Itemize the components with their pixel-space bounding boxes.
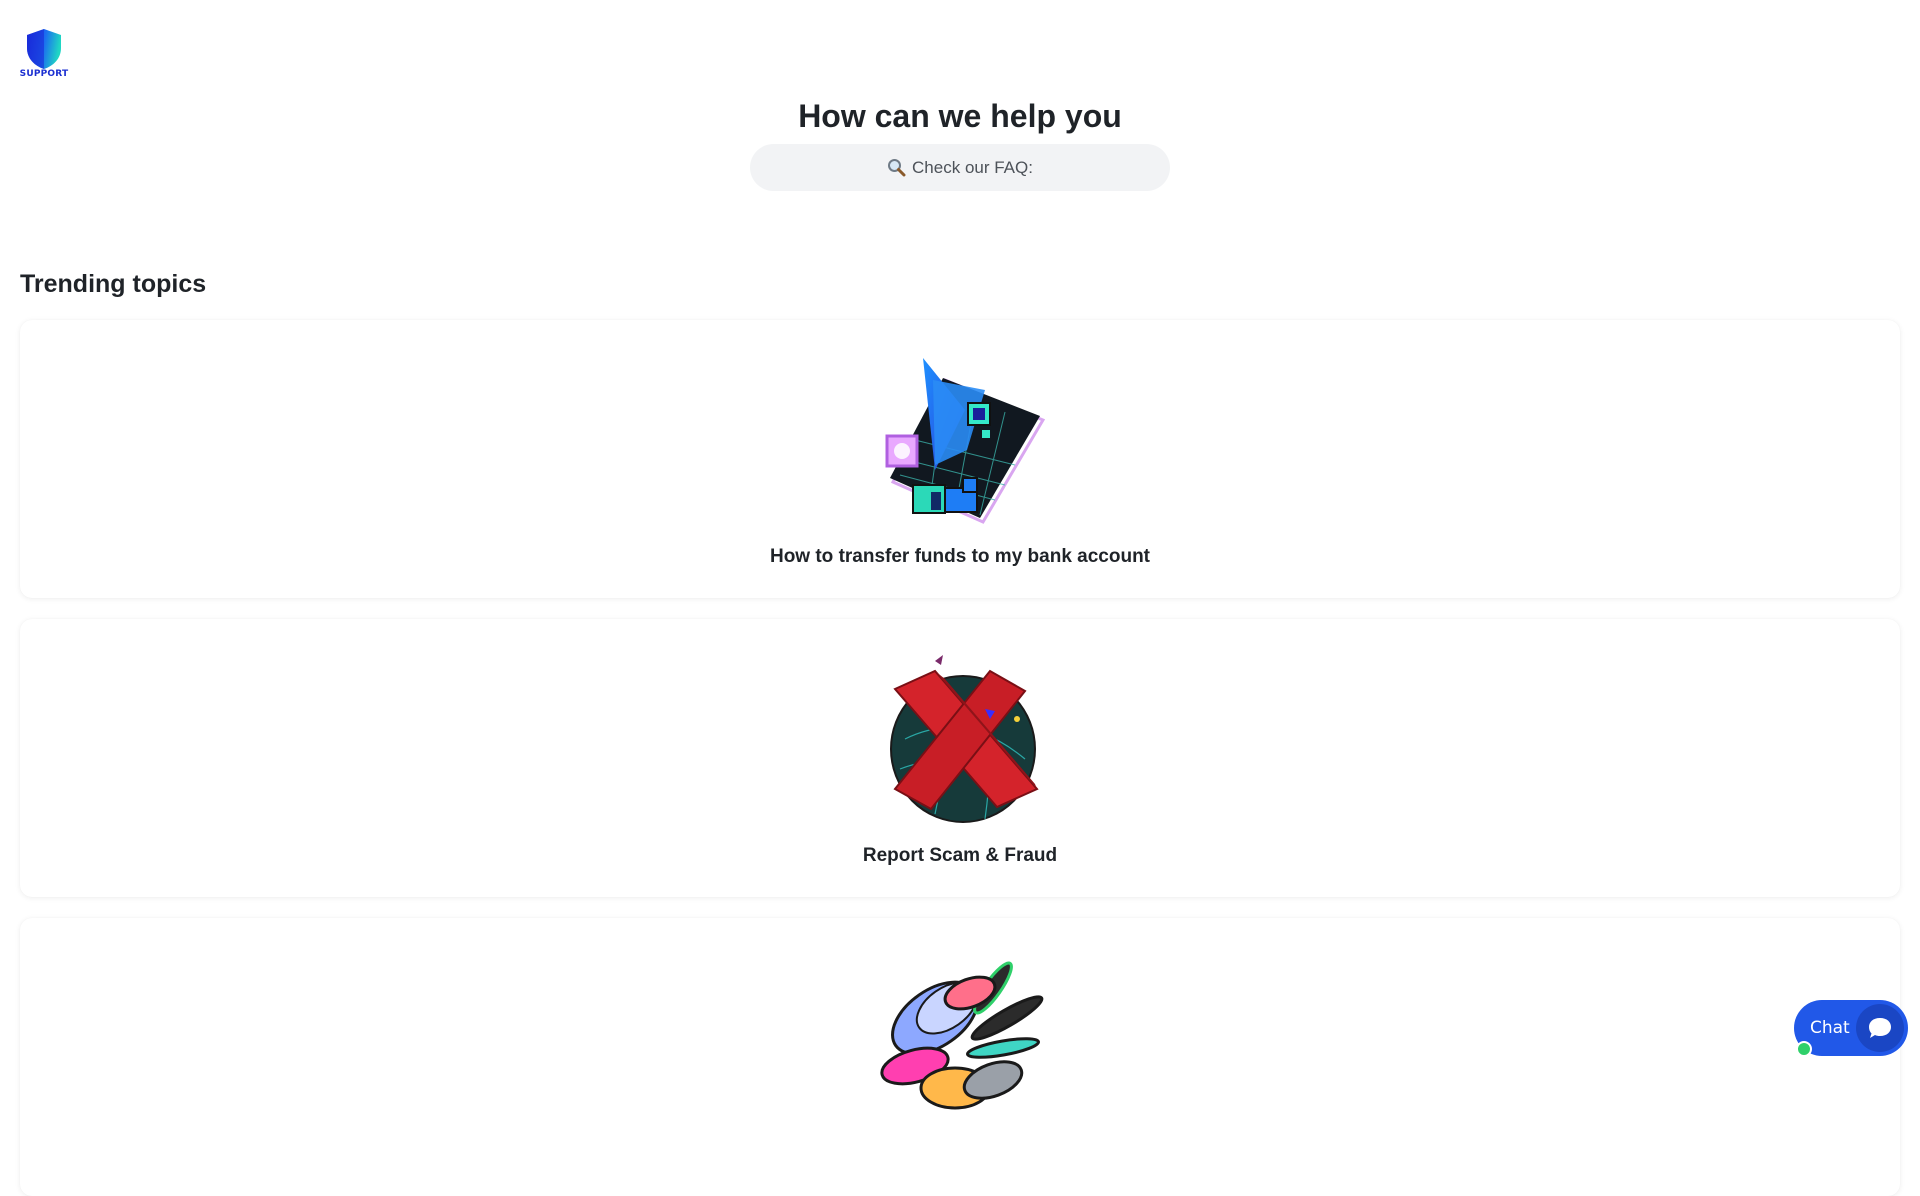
topic-card-report-scam[interactable]: Report Scam & Fraud xyxy=(20,619,1900,897)
trending-topics-heading: Trending topics xyxy=(20,270,207,298)
support-logo[interactable]: SUPPORT xyxy=(19,28,69,79)
magnifier-icon xyxy=(887,158,906,177)
logo-text: SUPPORT xyxy=(19,69,69,79)
topic-title: Report Scam & Fraud xyxy=(862,845,1058,866)
shield-icon xyxy=(27,29,61,69)
red-x-fraud-illustration xyxy=(20,649,1900,824)
topic-card-third[interactable] xyxy=(20,918,1900,1196)
wallet-transfer-illustration xyxy=(20,350,1900,525)
search-placeholder: Check our FAQ: xyxy=(912,157,1033,177)
topic-title: How to transfer funds to my bank account xyxy=(769,546,1151,567)
chat-bubble-icon xyxy=(1856,1004,1904,1052)
chat-label: Chat xyxy=(1810,1018,1850,1038)
faq-search-input[interactable]: Check our FAQ: xyxy=(750,144,1170,191)
page-title: How can we help you xyxy=(798,98,1122,134)
online-status-indicator xyxy=(1796,1041,1812,1057)
coins-illustration xyxy=(20,948,1900,1123)
topic-card-transfer-funds[interactable]: How to transfer funds to my bank account xyxy=(20,320,1900,598)
